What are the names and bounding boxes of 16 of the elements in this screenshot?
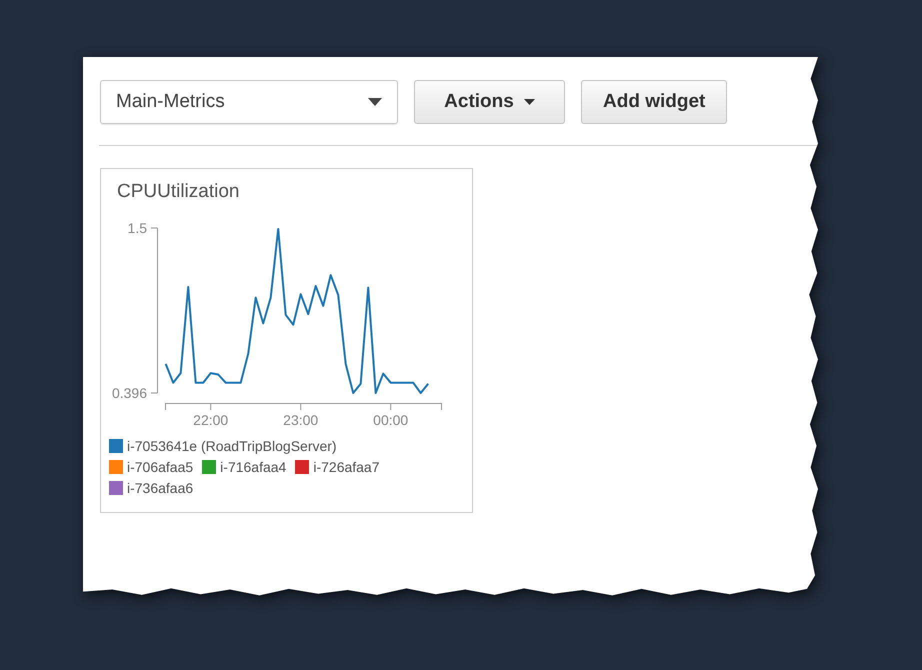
caret-icon: [368, 98, 382, 106]
y-tick-label: 0.396: [112, 385, 147, 401]
legend-label: i-7053641e (RoadTripBlogServer): [127, 438, 337, 454]
legend-label: i-706afaa5: [127, 459, 194, 475]
x-tick-label: 00:00: [373, 412, 408, 428]
legend-label: i-726afaa7: [313, 459, 380, 475]
dashboard-select[interactable]: Main-Metrics: [100, 80, 398, 124]
widget-title: CPUUtilization: [116, 181, 240, 203]
actions-menu-button[interactable]: Actions: [414, 80, 565, 124]
legend-label: i-736afaa6: [127, 480, 194, 496]
add-widget-button[interactable]: Add widget: [581, 80, 728, 124]
x-tick-label: 22:00: [193, 412, 228, 428]
caret-icon: [524, 99, 535, 105]
legend-label: i-716afaa4: [220, 459, 286, 475]
y-tick-label: 1.5: [128, 220, 147, 236]
x-tick-label: 23:00: [283, 412, 318, 428]
